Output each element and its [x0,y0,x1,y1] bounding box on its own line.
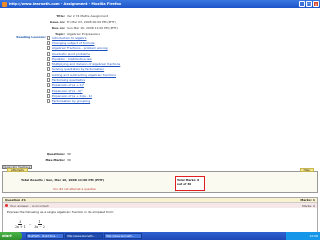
meta-key: Questions: [46,152,65,156]
lesson-link[interactable]: Multiplying and division of algebraic fr… [47,61,127,67]
document-icon [47,83,50,88]
page-content: Title: Ver 2 Y4 Maths Assignment Issue on… [0,8,320,238]
fraction-2: 1 3x − 2 [34,220,45,229]
incorrect-icon [5,204,8,207]
denominator: 2x + 1 [15,225,26,229]
document-icon [47,93,50,98]
lesson-label: Expansion of (a + b)(a - b) [52,93,92,98]
lesson-label: Factorising quadratics [52,78,86,83]
lesson-label: Equation - Distributive law [52,56,92,61]
system-clock: 12:08 [286,232,320,240]
lesson-link[interactable]: Factorisation by grouping [47,99,127,104]
window-title: http://www.learnath.com - Assignment - M… [9,2,122,6]
meta-value: 30 [67,152,71,156]
document-icon [47,72,50,77]
lesson-label: Expansion of (a - b)² [52,88,83,93]
reading-lessons-list: Introduction to algebra Changing subject… [47,35,127,104]
window-controls: _ □ × [299,1,319,7]
lesson-label: Multiplying and division of algebraic fr… [52,62,121,67]
document-icon [47,51,50,56]
denominator: 3x − 2 [34,225,45,229]
lesson-label: Algebraic Fractions - problem solving [52,46,108,51]
lesson-label: Introduction to algebra [52,35,87,40]
taskbar-item[interactable]: http://www.learnath... [104,233,142,239]
fraction-1: 3 2x + 1 [15,220,26,229]
meta-key: Max.Marks: [45,158,65,162]
assignment-meta: Title: Ver 2 Y4 Maths Assignment Issue on… [22,13,142,37]
document-icon [47,78,50,83]
question-marks: Marks: 1 [300,198,315,202]
tab-attempts[interactable]: Attempts [7,168,28,172]
lesson-label: Expansion of (a + b)² [52,83,84,88]
results-panel: Attempts Help Total Results / Sun, Mar 1… [2,168,318,193]
lesson-label: Quadratic word problems [52,51,90,56]
meta-value: Fri Mar 03, 2008 00:00 PM (PHT) [67,20,116,24]
document-icon [47,56,50,61]
not-answered-text: You did not attempt a question [53,187,97,191]
meta-key: Title: [56,14,65,18]
taskbar-item[interactable]: MailMath - Build Pers... [26,233,64,239]
lesson-label: Factorisation by grouping [52,99,91,104]
minimize-button[interactable]: _ [299,1,305,7]
taskbar-buttons: MailMath - Build Pers... http://www.lear… [26,233,142,239]
document-icon [47,99,50,104]
document-icon [47,62,50,67]
document-icon [47,67,50,72]
awarded-marks: Marks: 0 [302,203,315,208]
document-icon [47,35,50,40]
question-meta: Questions: 30 Max.Marks: 30 [22,151,71,163]
lesson-link[interactable]: Adding and subtracting algebraic fractio… [47,72,127,77]
meta-value: 30 [67,158,71,162]
lesson-label: Adding and subtracting algebraic fractio… [52,72,116,77]
taskbar: start MailMath - Build Pers... http://ww… [0,232,320,240]
total-marks-box: Total Marks: 0 out of 30 [175,176,205,191]
document-icon [47,88,50,93]
lesson-label: Solving quadratics by factorisation [52,67,105,72]
meta-value: Sun Mar 16, 2008 11:00 PM (PHT) [67,26,118,30]
window-titlebar: http://www.learnath.com - Assignment - M… [0,0,320,8]
meta-key: Issue on: [49,20,65,24]
meta-value: Ver 2 Y4 Maths Assignment [67,14,109,18]
taskbar-item[interactable]: http://www.learnath... [65,233,103,239]
close-button[interactable]: × [313,1,319,7]
document-icon [47,40,50,45]
start-button[interactable]: start [0,232,22,240]
firefox-icon [2,1,7,7]
meta-row: Max.Marks: 30 [22,157,71,163]
meta-key: Due on: [51,26,65,30]
total-results-label: Total Results / Sun, Mar 16, 2008 11:00 … [21,178,105,182]
question-number: Question #1 [5,198,26,202]
operator: − [28,222,32,227]
document-icon [47,46,50,51]
answer-status-text: Your answer: - is incorrect [10,203,49,208]
maximize-button[interactable]: □ [306,1,312,7]
reading-lessons-label: Reading Lessons: [16,35,46,39]
lesson-label: Changing subject of formula [52,40,95,45]
fraction-expression: 3 2x + 1 − 1 3x − 2 [15,220,45,229]
question-text: Express the following as a single algebr… [7,210,115,214]
tab-help[interactable]: Help [299,168,314,172]
